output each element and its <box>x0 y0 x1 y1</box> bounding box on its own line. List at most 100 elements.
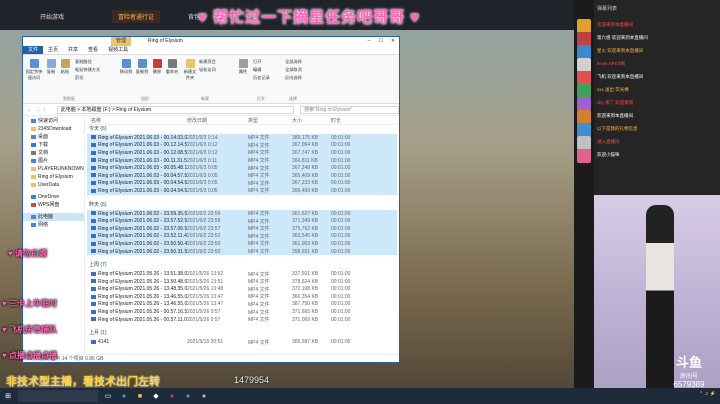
file-row[interactable]: Ring of Elysium 2021.06.03 - 00.12.08.5.… <box>87 149 397 157</box>
file-row[interactable]: Ring of Elysium 2021.05.26 - 13.46.55.0.… <box>87 301 397 309</box>
user-avatar[interactable] <box>577 84 591 98</box>
file-row[interactable]: Ring of Elysium 2021.06.02 - 23.57.06.5.… <box>87 224 397 233</box>
file-row[interactable]: Ring of Elysium 2021.05.26 - 13.46.55.0.… <box>87 293 397 301</box>
file-row[interactable]: 4141 2021/5/15 20:51 MP4 文件 365,587 KB 00:01… <box>87 338 397 346</box>
select-all-button[interactable]: 全部选择 <box>285 59 313 65</box>
tab-view[interactable]: 查看 <box>83 46 103 54</box>
edge-icon[interactable]: ● <box>116 388 132 404</box>
paste-shortcut-button[interactable]: 粘贴快捷方式 <box>75 67 115 73</box>
paste-button[interactable]: 粘贴 <box>59 59 71 75</box>
group-header[interactable]: 昨天 (6) <box>87 201 397 210</box>
tab-video-tools[interactable]: 视频工具 <box>103 46 133 54</box>
sidebar-item[interactable]: UserData <box>23 181 84 189</box>
file-row[interactable]: Ring of Elysium 2021.06.03 - 00.04.54.5.… <box>87 179 397 188</box>
user-avatar[interactable] <box>577 123 591 137</box>
col-name[interactable]: 名称 <box>87 117 187 124</box>
tab-home[interactable]: 主页 <box>43 46 63 54</box>
sidebar-item[interactable]: 2345Download <box>23 125 84 133</box>
file-row[interactable]: Ring of Elysium 2021.06.03 - 00.14.03.0.… <box>87 134 397 142</box>
file-row[interactable]: Ring of Elysium 2021.05.26 - 13.51.38.0.… <box>87 270 397 278</box>
file-row[interactable]: Ring of Elysium 2021.06.02 - 23.50.50.4.… <box>87 240 397 248</box>
rename-button[interactable]: 重命名 <box>165 59 179 75</box>
new-item-button[interactable]: 新建项目 <box>199 59 229 65</box>
copy-button[interactable]: 复制 <box>45 59 57 75</box>
copy-path-button[interactable]: 复制路径 <box>75 59 115 65</box>
sidebar-item[interactable]: 图片 <box>23 157 84 165</box>
sidebar-item[interactable]: Ring of Elysium <box>23 173 84 181</box>
sidebar-item[interactable]: PLAYERUNKNOWN <box>23 165 84 173</box>
app-icon-3[interactable]: ● <box>196 388 212 404</box>
sidebar-item[interactable]: 文档 <box>23 149 84 157</box>
group-header[interactable]: 上月 (1) <box>87 329 397 338</box>
cut-button[interactable]: 剪切 <box>75 75 115 81</box>
file-row[interactable]: Ring of Elysium 2021.06.03 - 00.04.04.5.… <box>87 187 397 195</box>
file-row[interactable]: Ring of Elysium 2021.06.02 - 23.59.35.5.… <box>87 209 397 218</box>
col-size[interactable]: 大小 <box>292 117 331 124</box>
taskbar-search[interactable] <box>18 390 98 402</box>
context-tab[interactable]: 管理 <box>111 37 132 46</box>
properties-button[interactable]: 属性 <box>237 59 249 75</box>
sidebar-item[interactable]: 此电脑 <box>23 213 84 221</box>
close-icon[interactable]: ✕ <box>387 37 399 46</box>
sidebar-item[interactable]: 快速访问 <box>23 117 84 125</box>
group-header[interactable]: 今天 (6) <box>87 125 397 134</box>
file-row[interactable]: Ring of Elysium 2021.06.02 - 23.52.11.4.… <box>87 232 397 241</box>
delete-button[interactable]: 删除 <box>151 59 163 75</box>
start-icon[interactable]: ⊞ <box>0 388 16 404</box>
tab-file[interactable]: 文件 <box>23 46 44 54</box>
sidebar-item[interactable]: OneDrive <box>23 193 84 201</box>
new-folder-button[interactable]: 新建文件夹 <box>183 59 197 81</box>
tab-pass[interactable]: 冒险者通行证 <box>112 10 161 23</box>
file-row[interactable]: Ring of Elysium 2021.05.26 - 00.57.11.0.… <box>87 316 397 324</box>
forward-icon[interactable]: → <box>35 107 43 113</box>
group-header[interactable]: 上周 (7) <box>87 261 397 270</box>
open-button[interactable]: 打开 <box>253 59 277 65</box>
file-row[interactable]: Ring of Elysium 2021.06.02 - 23.50.31.5.… <box>87 247 397 256</box>
copy-to-button[interactable]: 复制到 <box>135 59 149 75</box>
file-row[interactable]: Ring of Elysium 2021.06.03 - 00.05.48.1.… <box>87 164 397 172</box>
user-avatar[interactable] <box>577 45 591 59</box>
user-avatar[interactable] <box>577 149 591 163</box>
user-avatar[interactable] <box>577 136 591 150</box>
maximize-icon[interactable]: ☐ <box>375 37 387 46</box>
file-row[interactable]: Ring of Elysium 2021.06.02 - 23.57.52.5.… <box>87 217 397 225</box>
app-icon[interactable]: ● <box>164 388 180 404</box>
user-avatar[interactable] <box>577 71 591 85</box>
file-row[interactable]: Ring of Elysium 2021.06.03 - 00.11.31.5.… <box>87 156 397 165</box>
file-row[interactable]: Ring of Elysium 2021.05.26 - 13.48.35.0.… <box>87 286 397 294</box>
sidebar-item[interactable]: 桌面 <box>23 133 84 141</box>
app-icon-2[interactable]: ● <box>180 388 196 404</box>
minimize-icon[interactable]: – <box>363 37 375 46</box>
sidebar-item[interactable]: 下载 <box>23 141 84 149</box>
sidebar-item[interactable]: 网络 <box>23 221 84 229</box>
store-icon[interactable]: ◆ <box>148 388 164 404</box>
history-button[interactable]: 历史记录 <box>253 75 277 81</box>
col-date[interactable]: 修改日期 <box>187 117 248 124</box>
file-row[interactable]: Ring of Elysium 2021.05.26 - 13.50.48.0.… <box>87 278 397 286</box>
back-icon[interactable]: ← <box>27 107 35 113</box>
folder-icon-task[interactable]: ■ <box>132 388 148 404</box>
path-field[interactable]: 此电脑 > 本地磁盘 (F:) > Ring of Elysium <box>56 105 295 114</box>
user-avatar[interactable] <box>577 19 591 33</box>
file-row[interactable]: Ring of Elysium 2021.05.26 - 00.57.16.5.… <box>87 308 397 316</box>
search-input[interactable]: 搜索"Ring of Elysium" <box>300 105 399 114</box>
user-avatar[interactable] <box>577 58 591 72</box>
col-length[interactable]: 时长 <box>331 117 371 124</box>
task-view-icon[interactable]: ▭ <box>100 388 116 404</box>
pin-button[interactable]: 固定到快速访问 <box>25 59 43 81</box>
select-none-button[interactable]: 全部取消 <box>285 67 313 73</box>
invert-selection-button[interactable]: 反向选择 <box>285 75 313 81</box>
edit-button[interactable]: 编辑 <box>253 67 277 73</box>
tab-share[interactable]: 共享 <box>63 46 83 54</box>
system-tray[interactable]: ⌃ ♫ ⚡ <box>699 391 716 397</box>
file-row[interactable]: Ring of Elysium 2021.06.03 - 00.04.57.5.… <box>87 171 397 180</box>
user-avatar[interactable] <box>577 32 591 46</box>
file-row[interactable]: Ring of Elysium 2021.06.03 - 00.12.14.5.… <box>87 141 397 150</box>
move-to-button[interactable]: 移动到 <box>119 59 133 75</box>
user-avatar[interactable] <box>577 97 591 111</box>
tab-start-game[interactable]: 开始游戏 <box>40 12 64 21</box>
easy-access-button[interactable]: 轻松访问 <box>199 67 229 73</box>
user-avatar[interactable] <box>577 110 591 124</box>
col-type[interactable]: 类型 <box>248 117 292 124</box>
up-icon[interactable]: ↑ <box>43 107 51 113</box>
